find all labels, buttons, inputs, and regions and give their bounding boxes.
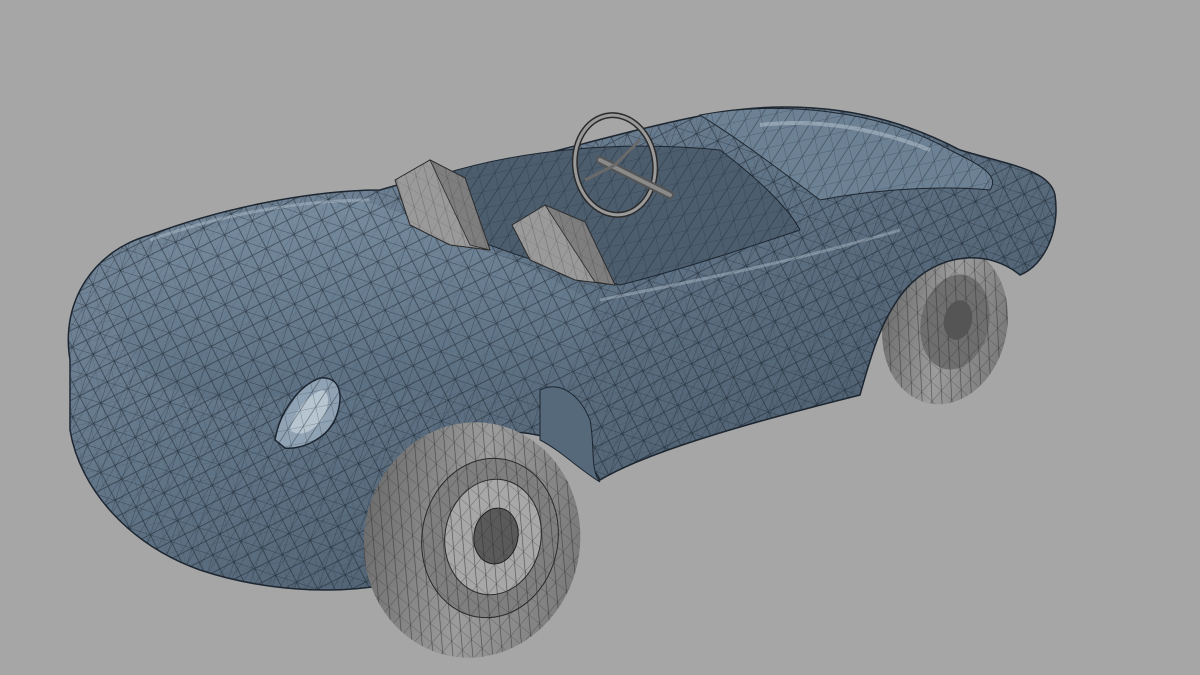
3d-viewport[interactable]: [0, 0, 1200, 675]
car-render: [67, 106, 1057, 658]
